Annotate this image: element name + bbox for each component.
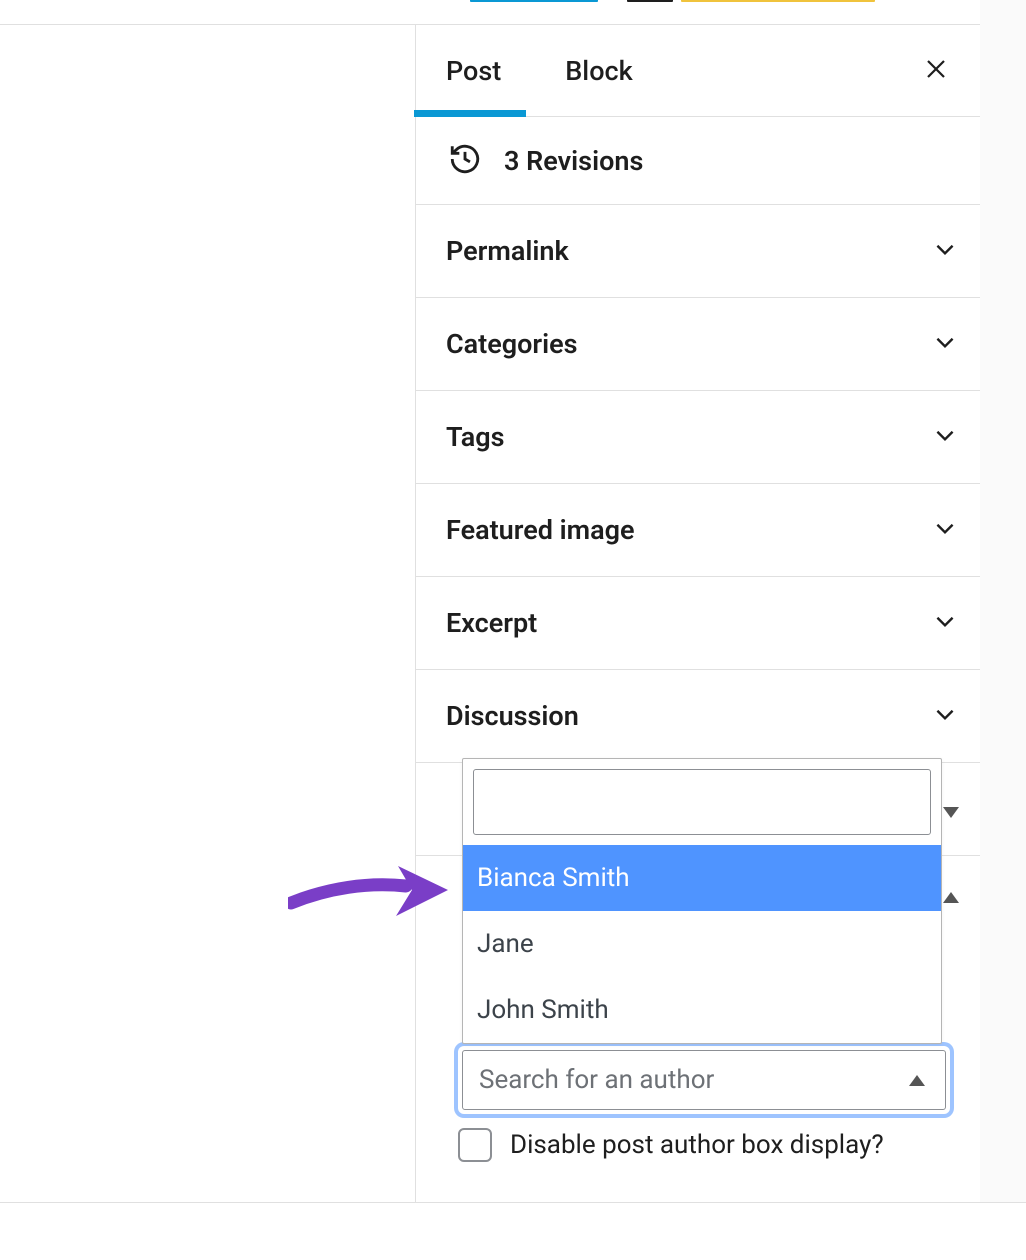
- panel-excerpt-label: Excerpt: [446, 607, 537, 639]
- panel-categories-label: Categories: [446, 328, 578, 360]
- toolbar-button-blue[interactable]: [470, 0, 598, 2]
- chevron-down-icon: [932, 329, 958, 359]
- chevron-down-icon: [932, 701, 958, 731]
- toolbar-button-black[interactable]: [627, 0, 673, 2]
- editor-top-bar: [0, 0, 980, 25]
- chevron-down-icon: [932, 422, 958, 452]
- author-dropdown-popover: Bianca Smith Jane John Smith: [462, 758, 942, 1044]
- disable-author-box-row: Disable post author box display?: [458, 1128, 884, 1162]
- panel-tags[interactable]: Tags: [416, 391, 980, 484]
- author-option-john-smith[interactable]: John Smith: [463, 977, 941, 1043]
- sidebar-tabs: Post Block: [416, 25, 980, 117]
- close-icon: [924, 57, 948, 85]
- toolbar-button-yellow[interactable]: [681, 0, 875, 2]
- author-option-jane[interactable]: Jane: [463, 911, 941, 977]
- author-option-bianca-smith[interactable]: Bianca Smith: [463, 845, 941, 911]
- select-caret-up-icon: [943, 892, 959, 903]
- disable-author-box-label: Disable post author box display?: [510, 1130, 884, 1160]
- panel-excerpt[interactable]: Excerpt: [416, 577, 980, 670]
- chevron-down-icon: [932, 236, 958, 266]
- panel-featured-image[interactable]: Featured image: [416, 484, 980, 577]
- panel-discussion[interactable]: Discussion: [416, 670, 980, 763]
- panel-permalink-label: Permalink: [446, 235, 569, 267]
- author-dropdown-search-input[interactable]: [473, 769, 931, 835]
- panel-discussion-label: Discussion: [446, 700, 579, 732]
- author-dropdown-options: Bianca Smith Jane John Smith: [463, 845, 941, 1043]
- select-caret-down-icon: [943, 807, 959, 818]
- panel-permalink[interactable]: Permalink: [416, 205, 980, 298]
- chevron-up-icon: [909, 1075, 925, 1086]
- disable-author-box-checkbox[interactable]: [458, 1128, 492, 1162]
- author-search-placeholder: Search for an author: [479, 1065, 714, 1095]
- tab-block[interactable]: Block: [563, 25, 634, 116]
- revisions-row[interactable]: 3 Revisions: [416, 117, 980, 205]
- history-icon: [448, 142, 482, 180]
- editor-bottom-bar: [0, 1202, 1026, 1260]
- panel-featured-image-label: Featured image: [446, 514, 635, 546]
- close-sidebar-button[interactable]: [912, 47, 960, 95]
- chevron-down-icon: [932, 608, 958, 638]
- panel-tags-label: Tags: [446, 421, 504, 453]
- panel-categories[interactable]: Categories: [416, 298, 980, 391]
- chevron-down-icon: [932, 515, 958, 545]
- tab-post[interactable]: Post: [444, 25, 503, 116]
- author-search-combobox[interactable]: Search for an author: [458, 1046, 950, 1114]
- revisions-label: 3 Revisions: [504, 145, 643, 177]
- scrollbar-track[interactable]: [980, 0, 1026, 1202]
